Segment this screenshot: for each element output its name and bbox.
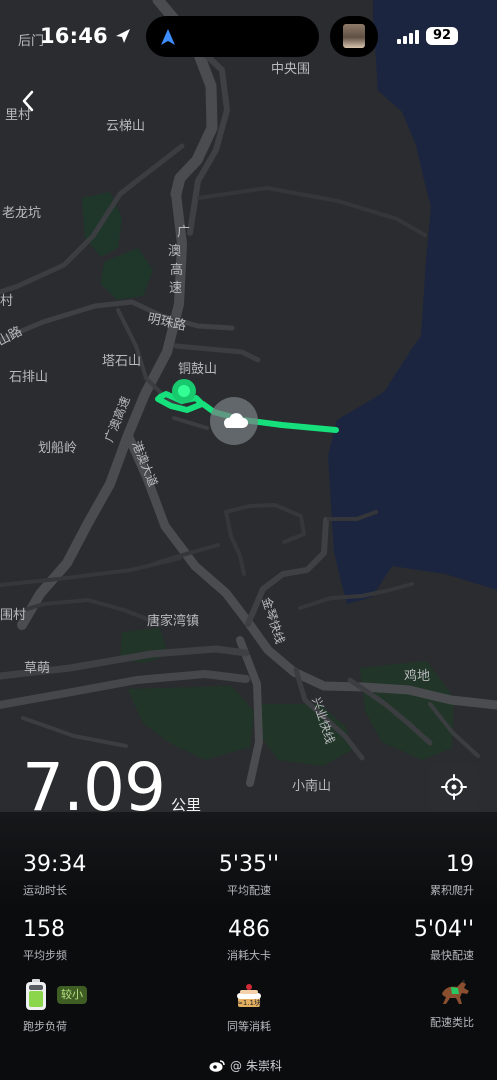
chevron-left-icon xyxy=(22,90,34,112)
distance-summary: 7.09 公里 xyxy=(22,749,201,826)
stat-label: 累积爬升 xyxy=(430,884,474,897)
stat-value: 486 xyxy=(228,917,270,942)
map-label-guangshengao4: 速 xyxy=(169,281,182,296)
map-label-caomeng: 草萌 xyxy=(24,661,50,676)
stat-fastest-pace: 5'04'' 最快配速 xyxy=(402,918,474,963)
running-load-badge: 较小 xyxy=(57,986,87,1004)
equivalent-consumption-item[interactable]: ≈1.1块 同等消耗 xyxy=(220,978,278,1034)
status-time-group: 16:46 xyxy=(40,24,132,48)
map-label-guangshengao2: 澳 xyxy=(168,243,181,259)
map-label-xiaonanshan: 小南山 xyxy=(292,778,331,794)
stat-value: 5'35'' xyxy=(218,852,280,877)
map-label-huachuanling: 划船岭 xyxy=(38,441,77,456)
distance-value: 7.09 xyxy=(22,749,166,826)
stat-value: 5'04'' xyxy=(413,917,474,942)
stat-average-pace: 5'35'' 平均配速 xyxy=(210,853,288,898)
stat-value: 158 xyxy=(23,917,65,942)
dynamic-island-avatar[interactable] xyxy=(330,16,378,57)
running-load-row: 较小 xyxy=(23,978,87,1012)
pace-analogy-item[interactable]: 配速类比 xyxy=(420,978,474,1030)
stat-label: 最快配速 xyxy=(430,949,474,962)
map-label-shipaishan: 石排山 xyxy=(9,370,48,385)
navigation-arrow-icon xyxy=(115,29,130,43)
map-label-tashishan: 塔石山 xyxy=(102,354,141,369)
status-bar: 16:46 92 xyxy=(0,0,497,74)
watermark-at: @ xyxy=(230,1058,242,1073)
cloud-icon xyxy=(224,413,248,428)
svg-text:≈1.1块: ≈1.1块 xyxy=(237,998,261,1007)
map-label-jidi: 鸡地 xyxy=(404,668,430,684)
stat-label: 消耗大卡 xyxy=(227,949,271,962)
map-label-laolongkeng: 老龙坑 xyxy=(2,206,41,221)
stat-calories: 486 消耗大卡 xyxy=(210,918,288,963)
map-label-tangjiawan: 唐家湾镇 xyxy=(147,613,199,629)
location-target-icon xyxy=(441,774,467,800)
map-label-guangshengao1: 广 xyxy=(177,225,190,240)
cellular-signal-icon xyxy=(397,29,419,44)
weibo-watermark: @ 朱崇科 xyxy=(208,1057,282,1074)
running-load-item[interactable]: 较小 跑步负荷 xyxy=(23,978,87,1034)
horse-icon xyxy=(442,979,469,1004)
distance-unit: 公里 xyxy=(170,796,201,814)
navigation-arrow-icon xyxy=(161,29,175,45)
battery-icon xyxy=(26,979,46,1010)
status-time: 16:46 xyxy=(40,24,108,48)
avatar xyxy=(343,24,365,48)
stat-label: 平均步频 xyxy=(23,949,67,962)
map-label-cun: 村 xyxy=(0,294,13,309)
running-record-screen: 后门 中央围 里村 云梯山 老龙坑 村 山路 石排山 广 澳 高 速 明珠路 塔… xyxy=(0,0,497,1080)
equivalent-consumption-label: 同等消耗 xyxy=(227,1020,271,1033)
map-label-weicun: 围村 xyxy=(0,608,26,623)
stat-duration: 39:34 运动时长 xyxy=(23,853,86,898)
pace-analogy-label: 配速类比 xyxy=(430,1016,474,1029)
weibo-icon xyxy=(209,1059,225,1072)
stat-value: 39:34 xyxy=(23,852,87,877)
weather-marker[interactable] xyxy=(210,397,258,445)
route-start-core xyxy=(178,385,190,397)
stat-cadence: 158 平均步频 xyxy=(23,918,67,963)
stat-label: 运动时长 xyxy=(23,884,67,897)
running-load-label: 跑步负荷 xyxy=(23,1020,67,1033)
stat-value: 19 xyxy=(446,852,474,877)
stat-elevation-gain: 19 累积爬升 xyxy=(410,853,474,898)
map-label-guangshengao3: 高 xyxy=(170,262,183,278)
battery-indicator: 92 xyxy=(426,27,458,45)
map-label-tongguoshan: 铜鼓山 xyxy=(178,362,217,377)
dynamic-island[interactable] xyxy=(146,16,319,57)
watermark-handle: 朱崇科 xyxy=(246,1059,283,1073)
map-label-yuntishan: 云梯山 xyxy=(106,119,145,134)
stat-label: 平均配速 xyxy=(227,884,271,897)
back-button[interactable] xyxy=(14,86,42,116)
cake-icon: ≈1.1块 xyxy=(237,984,261,1007)
locate-button[interactable] xyxy=(429,763,479,811)
